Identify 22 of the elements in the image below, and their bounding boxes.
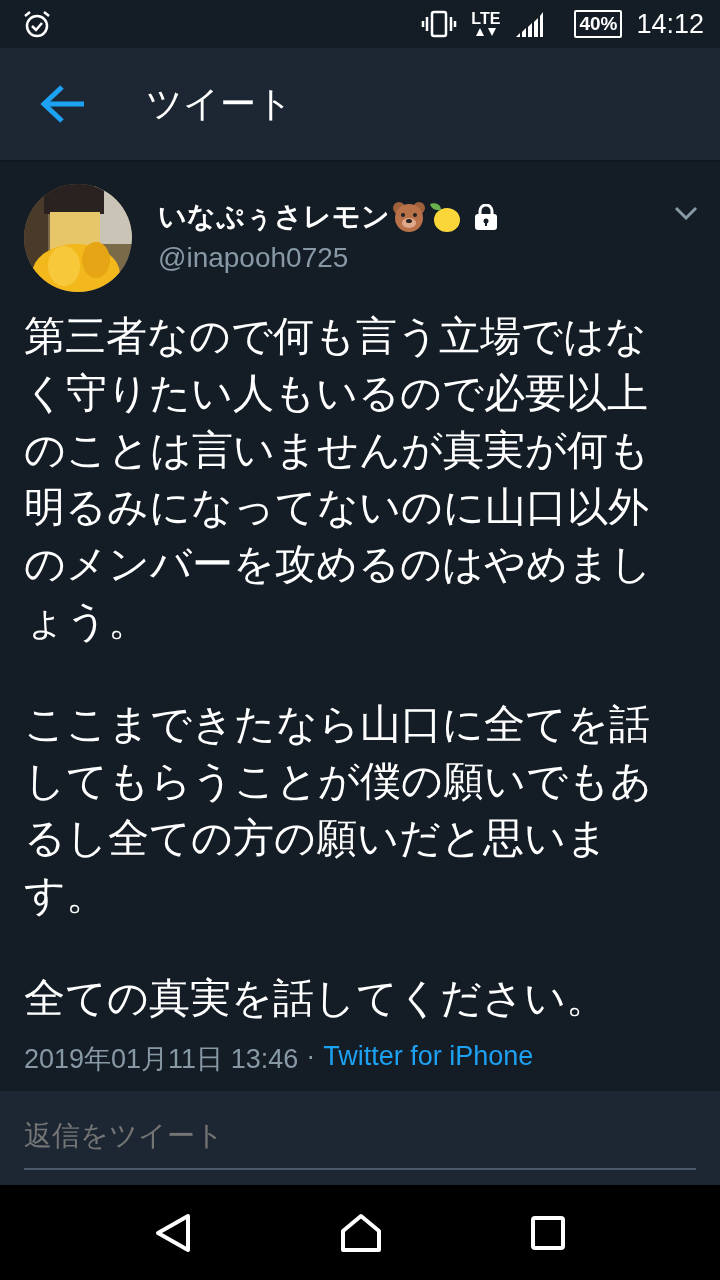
source-link[interactable]: Twitter for iPhone <box>323 1041 534 1077</box>
tweet-paragraph: 全ての真実を話してください。 <box>24 973 608 1024</box>
recents-nav-button[interactable] <box>531 1215 566 1250</box>
separator-dot: · <box>306 1041 316 1073</box>
author-handle: @inapooh0725 <box>158 242 350 274</box>
lemon-icon <box>428 201 462 233</box>
tweet-paragraph: ここまできたなら山口に全てを話してもらうことが僕の願いでもあるし全ての方の願いだと思います。 <box>24 699 653 921</box>
back-nav-button[interactable] <box>154 1212 191 1253</box>
tweet-timestamp: 2019年01月11日 13:46 <box>24 1043 299 1076</box>
chevron-down-icon[interactable] <box>674 206 698 220</box>
clock: 14:12 <box>636 8 704 40</box>
home-nav-button[interactable] <box>340 1212 382 1253</box>
data-arrows-icon <box>474 27 497 37</box>
screen-title: ツイート <box>146 81 293 126</box>
battery-indicator: 40% <box>574 10 623 38</box>
network-type: LTE <box>471 11 501 27</box>
vibrate-icon <box>421 10 458 38</box>
tweet-paragraph: 第三者なので何も言う立場ではなく守りたい人もいるので必要以上のことは言いませんが真実が何も明るみになってないのに山口以外のメンバーを攻めるのはやめましょう。 <box>24 311 653 647</box>
author-name: いなぷぅさレモン <box>158 199 390 235</box>
back-button[interactable] <box>40 84 86 124</box>
bear-icon <box>392 201 426 233</box>
alarm-icon <box>22 9 52 39</box>
